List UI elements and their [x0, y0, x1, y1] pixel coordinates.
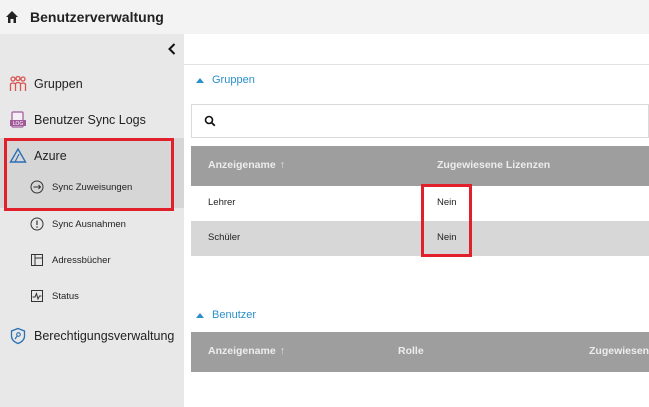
- column-header-zugewiesen[interactable]: Zugewiesen: [589, 345, 649, 357]
- sidebar-item-gruppen[interactable]: Gruppen: [0, 72, 184, 96]
- alert-circle-icon: [30, 217, 44, 231]
- page-title: Benutzerverwaltung: [30, 9, 164, 25]
- users-table-header: Anzeigename ↑ Rolle Zugewiesen: [191, 332, 649, 372]
- sidebar-item-sync-logs[interactable]: LOG Benutzer Sync Logs: [0, 108, 184, 132]
- app: Benutzerverwaltung Gruppen LOG Benutzer …: [0, 0, 649, 407]
- shield-icon: [10, 327, 26, 345]
- column-header-rolle[interactable]: Rolle: [398, 345, 424, 357]
- sidebar-subitem-sync-zuweisungen[interactable]: Sync Zuweisungen: [0, 170, 184, 206]
- azure-icon: [9, 147, 27, 163]
- groups-table-header: Anzeigename ↑ Zugewiesene Lizenzen: [191, 146, 649, 186]
- top-bar: Benutzerverwaltung: [0, 0, 649, 34]
- cell-anzeigename: Lehrer: [208, 197, 236, 208]
- cell-anzeigename: Schüler: [208, 232, 241, 243]
- collapse-triangle-icon: [196, 312, 204, 318]
- section-header-benutzer[interactable]: Benutzer: [196, 309, 256, 321]
- sort-arrow-up-icon: ↑: [279, 159, 285, 171]
- section-title: Benutzer: [212, 309, 257, 321]
- main-content: Gruppen Anzeigename ↑ Zugewiesene Lizenze…: [184, 34, 649, 407]
- column-header-anzeigename[interactable]: Anzeigename ↑: [208, 345, 285, 357]
- sidebar-subitem-status[interactable]: Status: [0, 279, 184, 315]
- sidebar-item-berechtigungsverwaltung[interactable]: Berechtigungsverwaltung: [0, 324, 184, 348]
- search-icon: [204, 115, 216, 127]
- sidebar-item-label: Gruppen: [34, 77, 83, 91]
- sort-arrow-up-icon: ↑: [279, 345, 285, 357]
- divider: [184, 64, 649, 65]
- sidebar-item-azure[interactable]: Azure: [0, 144, 184, 168]
- cell-lizenzen: Nein: [437, 232, 457, 243]
- sync-icon: [30, 180, 44, 194]
- home-icon[interactable]: [5, 10, 19, 24]
- status-icon: [31, 290, 43, 302]
- sidebar-subitem-sync-ausnahmen[interactable]: Sync Ausnahmen: [0, 207, 184, 243]
- address-book-icon: [31, 254, 43, 266]
- svg-text:LOG: LOG: [13, 121, 24, 127]
- cell-lizenzen: Nein: [437, 197, 457, 208]
- table-row[interactable]: Lehrer Nein: [191, 186, 649, 221]
- sidebar-subitem-adressbuecher[interactable]: Adressbücher: [0, 243, 184, 279]
- log-icon: LOG: [10, 111, 26, 128]
- section-header-gruppen[interactable]: Gruppen: [196, 74, 255, 86]
- section-title: Gruppen: [212, 74, 255, 86]
- table-row[interactable]: Schüler Nein: [191, 221, 649, 256]
- sidebar-subitem-label: Status: [52, 291, 79, 302]
- search-input[interactable]: [222, 111, 622, 131]
- sidebar-subitem-label: Adressbücher: [52, 255, 111, 266]
- column-header-zugewiesene-lizenzen[interactable]: Zugewiesene Lizenzen: [437, 159, 550, 171]
- sidebar-item-label: Azure: [34, 149, 67, 163]
- groups-icon: [9, 75, 27, 91]
- sidebar-item-label: Berechtigungsverwaltung: [34, 329, 175, 343]
- sidebar-subitem-label: Sync Zuweisungen: [52, 182, 133, 193]
- column-header-anzeigename[interactable]: Anzeigename ↑: [208, 159, 285, 171]
- search-box: [191, 104, 649, 138]
- chevron-left-icon[interactable]: [166, 42, 178, 56]
- sidebar-subitem-label: Sync Ausnahmen: [52, 219, 126, 230]
- collapse-triangle-icon: [196, 77, 204, 83]
- sidebar-item-label: Benutzer Sync Logs: [34, 113, 146, 127]
- sidebar: Gruppen LOG Benutzer Sync Logs Azure Syn…: [0, 34, 184, 407]
